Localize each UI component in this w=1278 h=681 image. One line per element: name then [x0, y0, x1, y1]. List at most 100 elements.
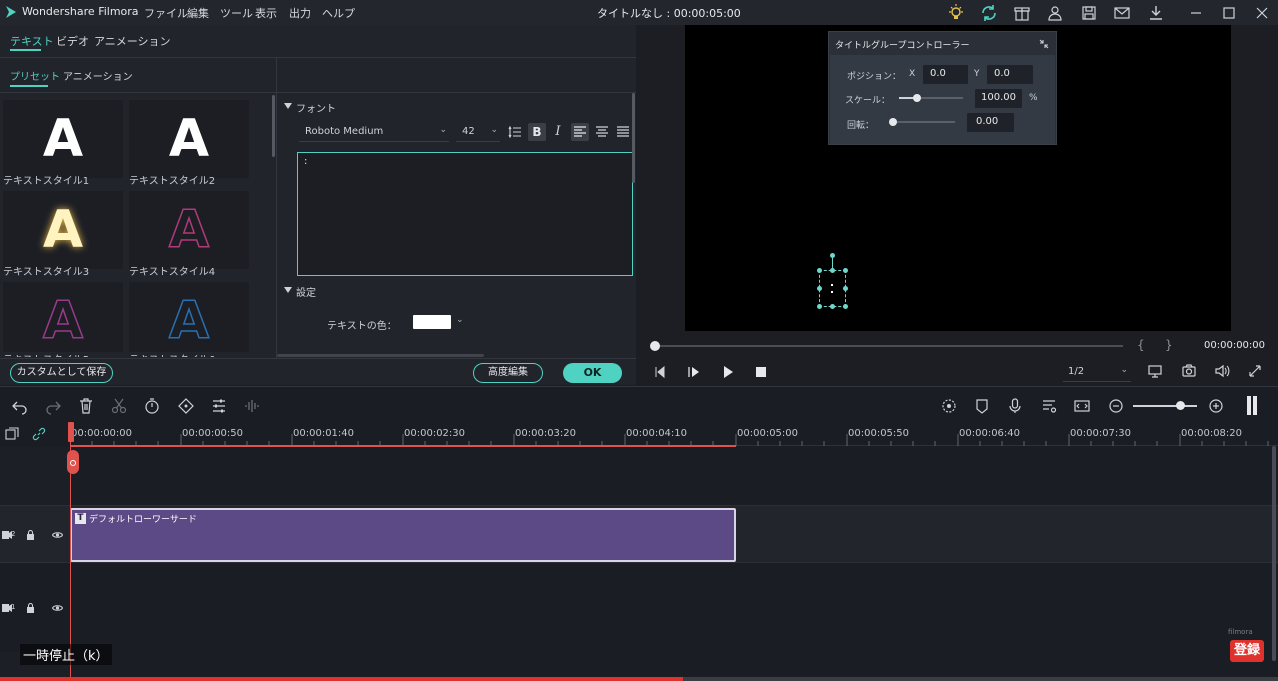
- ok-button[interactable]: OK: [563, 363, 622, 383]
- rotate-slider-track[interactable]: [891, 121, 955, 123]
- account-icon[interactable]: [1045, 3, 1065, 23]
- snapshot-icon[interactable]: [1181, 363, 1197, 379]
- menu-tools[interactable]: ツール: [220, 5, 253, 21]
- resize-handle[interactable]: [843, 286, 848, 291]
- undo-icon[interactable]: [11, 397, 29, 415]
- add-track-icon[interactable]: [5, 427, 19, 441]
- menu-view[interactable]: 表示: [255, 5, 277, 21]
- tab-text[interactable]: テキスト: [10, 33, 54, 49]
- align-left-button[interactable]: [571, 123, 589, 141]
- render-icon[interactable]: [940, 397, 958, 415]
- playhead-handle[interactable]: [68, 422, 74, 442]
- save-custom-button[interactable]: カスタムとして保存: [10, 363, 113, 383]
- italic-button[interactable]: I: [551, 123, 565, 141]
- text-content-input[interactable]: :: [297, 152, 633, 276]
- voiceover-icon[interactable]: [1040, 397, 1058, 415]
- link-icon[interactable]: [32, 427, 46, 441]
- tab-video[interactable]: ビデオ: [56, 33, 89, 49]
- mark-out-button[interactable]: }: [1165, 338, 1173, 352]
- close-icon[interactable]: [1252, 3, 1272, 23]
- tab-presets[interactable]: プリセット: [10, 68, 60, 83]
- audio-wave-icon[interactable]: [243, 397, 261, 415]
- preset-card[interactable]: A: [3, 191, 123, 269]
- eye-icon[interactable]: [52, 604, 63, 612]
- menu-file[interactable]: ファイル: [144, 5, 188, 21]
- zoom-in-icon[interactable]: [1207, 397, 1225, 415]
- zoom-out-icon[interactable]: [1107, 397, 1125, 415]
- mark-in-button[interactable]: {: [1137, 338, 1145, 352]
- title-clip[interactable]: T デフォルトローワーサード: [70, 508, 736, 562]
- preset-card[interactable]: A: [129, 282, 249, 352]
- rotate-slider-thumb[interactable]: [889, 118, 897, 126]
- scale-input[interactable]: 100.00: [975, 89, 1022, 108]
- minimize-icon[interactable]: [1186, 3, 1206, 23]
- preset-card[interactable]: A: [3, 282, 123, 352]
- position-x-input[interactable]: 0.0: [923, 65, 968, 84]
- collapse-icon[interactable]: [1039, 39, 1049, 49]
- font-family-select[interactable]: Roboto Medium ⌄: [299, 124, 449, 142]
- resize-handle[interactable]: [843, 304, 848, 309]
- mail-icon[interactable]: [1112, 3, 1132, 23]
- timeline-scrollbar[interactable]: [1272, 446, 1276, 661]
- fullscreen-icon[interactable]: [1248, 364, 1262, 378]
- bold-button[interactable]: B: [528, 123, 546, 141]
- zoom-slider-track[interactable]: [1133, 405, 1197, 407]
- resize-handle[interactable]: [830, 268, 835, 273]
- preset-card[interactable]: A: [129, 100, 249, 178]
- bulb-icon[interactable]: [946, 3, 966, 23]
- adjust-icon[interactable]: [210, 397, 228, 415]
- resize-handle[interactable]: [817, 268, 822, 273]
- lock-icon[interactable]: [26, 530, 35, 540]
- playhead-marker[interactable]: [67, 450, 79, 474]
- text-selection-box[interactable]: [819, 270, 846, 307]
- menu-export[interactable]: 出力: [289, 5, 311, 21]
- align-center-button[interactable]: [593, 123, 611, 141]
- marker-icon[interactable]: [973, 397, 991, 415]
- display-icon[interactable]: [1147, 363, 1163, 379]
- preset-scrollbar[interactable]: [272, 95, 275, 157]
- property-scrollbar[interactable]: [632, 93, 635, 183]
- chevron-down-icon[interactable]: [284, 286, 292, 294]
- eye-icon[interactable]: [52, 531, 63, 539]
- quality-select[interactable]: 1/2 ⌄: [1063, 364, 1131, 382]
- preset-card[interactable]: A: [129, 191, 249, 269]
- cut-icon[interactable]: [110, 397, 128, 415]
- resize-handle[interactable]: [817, 286, 822, 291]
- speed-icon[interactable]: [143, 397, 161, 415]
- preset-card[interactable]: A: [3, 100, 123, 178]
- microphone-icon[interactable]: [1006, 397, 1024, 415]
- rotate-handle[interactable]: [830, 253, 835, 258]
- step-back-icon[interactable]: [653, 365, 667, 379]
- align-justify-button[interactable]: [614, 123, 632, 141]
- preview-scrubber-track[interactable]: [655, 345, 1123, 347]
- horizontal-scrollbar[interactable]: [277, 354, 484, 357]
- download-icon[interactable]: [1146, 3, 1166, 23]
- tab-sub-animation[interactable]: アニメーション: [63, 68, 133, 83]
- save-icon[interactable]: [1079, 3, 1099, 23]
- lock-icon[interactable]: [26, 603, 35, 613]
- preview-scrubber-thumb[interactable]: [650, 341, 660, 351]
- advanced-edit-button[interactable]: 高度編集: [473, 363, 543, 383]
- gift-icon[interactable]: [1012, 3, 1032, 23]
- font-size-select[interactable]: 42 ⌄: [456, 124, 500, 142]
- play-frame-icon[interactable]: [687, 365, 701, 379]
- stop-icon[interactable]: [755, 366, 767, 378]
- subscribe-badge[interactable]: 登録: [1230, 640, 1264, 662]
- menu-edit[interactable]: 編集: [187, 5, 209, 21]
- position-y-input[interactable]: 0.0: [987, 65, 1033, 84]
- pip-icon[interactable]: [1073, 397, 1091, 415]
- keyframe-icon[interactable]: [177, 397, 195, 415]
- delete-icon[interactable]: [77, 397, 95, 415]
- resize-handle[interactable]: [817, 304, 822, 309]
- line-spacing-icon[interactable]: [508, 125, 522, 139]
- menu-help[interactable]: ヘルプ: [322, 5, 355, 21]
- chevron-down-icon[interactable]: [284, 102, 292, 110]
- play-icon[interactable]: [721, 365, 735, 379]
- resize-handle[interactable]: [843, 268, 848, 273]
- resize-handle[interactable]: [830, 304, 835, 309]
- volume-icon[interactable]: [1214, 363, 1230, 379]
- panel-toggle-icon[interactable]: [1247, 396, 1257, 415]
- scale-slider-thumb[interactable]: [913, 94, 921, 102]
- maximize-icon[interactable]: [1219, 3, 1239, 23]
- text-color-swatch[interactable]: [413, 315, 451, 329]
